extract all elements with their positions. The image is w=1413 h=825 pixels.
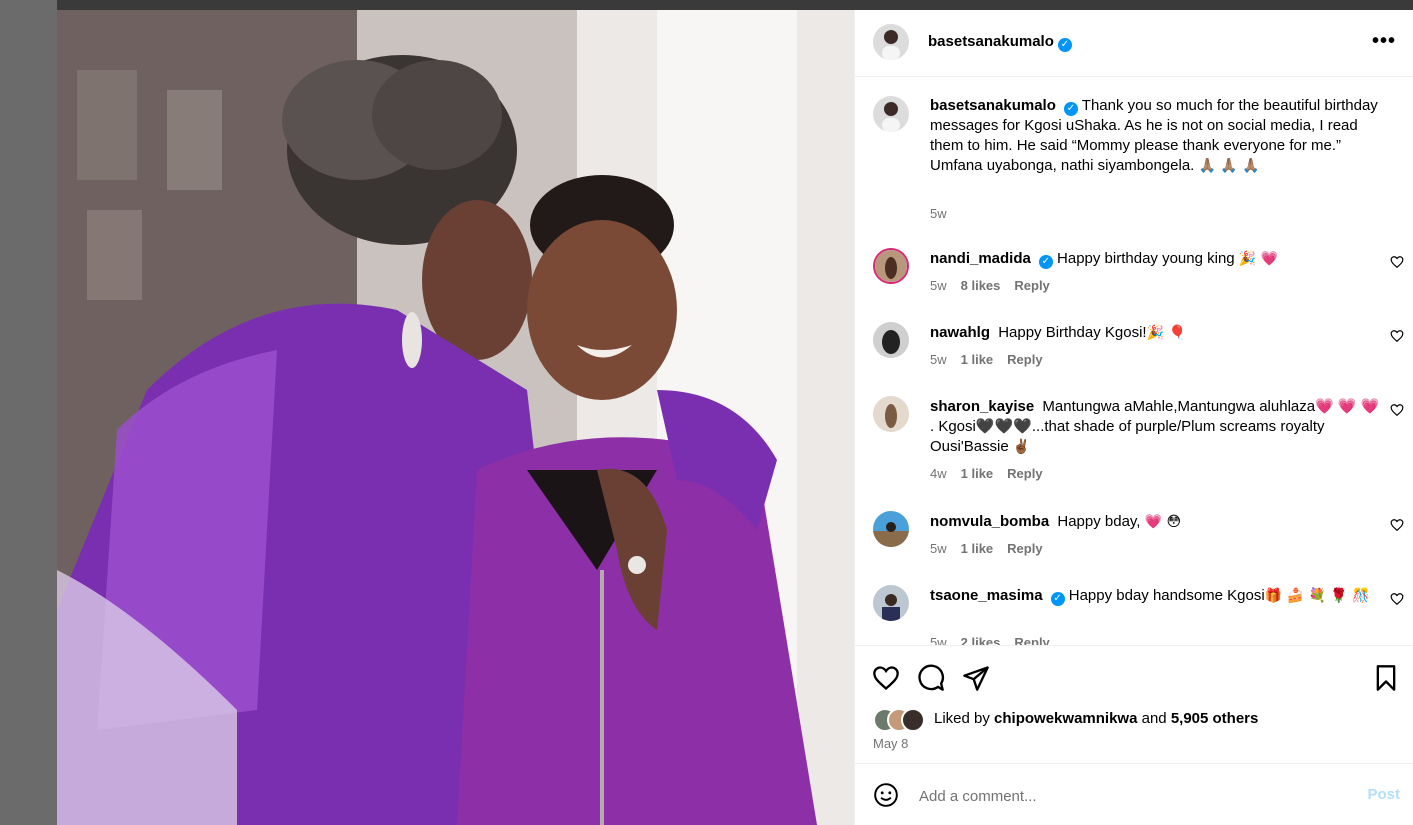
caption-avatar[interactable] bbox=[873, 96, 909, 132]
comment-body: Happy birthday young king bbox=[1057, 250, 1235, 267]
comment-username[interactable]: nandi_madida bbox=[930, 250, 1031, 267]
likes-count[interactable]: 5,905 others bbox=[1171, 710, 1259, 727]
comment-emoji: 💗 😳 bbox=[1144, 514, 1182, 530]
comment-meta: 4w 1 like Reply bbox=[930, 466, 1043, 481]
reply-button[interactable]: Reply bbox=[1007, 541, 1042, 556]
comment-emoji: 🎉 🎈 bbox=[1146, 325, 1186, 341]
verified-icon: ✓ bbox=[1050, 592, 1065, 606]
likes-prefix: Liked by bbox=[934, 710, 990, 727]
caption-age: 5w bbox=[930, 206, 947, 221]
comment-body: Happy Birthday Kgosi! bbox=[998, 324, 1147, 341]
comment-likes[interactable]: 2 likes bbox=[961, 635, 1001, 645]
comment-text: sharon_kayise Mantungwa aMahle,Mantungwa… bbox=[930, 397, 1380, 457]
post-button[interactable]: Post bbox=[1367, 786, 1400, 803]
comment-emoji: 🎁 🍰 💐 🌹 🎊 bbox=[1264, 588, 1370, 604]
comment-body: Happy bday handsome Kgosi bbox=[1068, 587, 1265, 604]
reply-button[interactable]: Reply bbox=[1007, 352, 1042, 367]
likes-summary[interactable]: Liked by chipowekwamnikwa and 5,905 othe… bbox=[934, 710, 1258, 727]
comment-username[interactable]: nawahlg bbox=[930, 324, 990, 341]
comment-username[interactable]: nomvula_bomba bbox=[930, 513, 1049, 530]
comment-username[interactable]: tsaone_masima bbox=[930, 587, 1043, 604]
more-icon[interactable]: ••• bbox=[1372, 31, 1396, 51]
comment-text: nomvula_bomba Happy bday, 💗 😳 bbox=[930, 512, 1380, 532]
comment-age: 5w bbox=[930, 352, 947, 367]
comment-text: nandi_madida ✓ Happy birthday young king … bbox=[930, 249, 1380, 269]
likers-avatars[interactable] bbox=[873, 708, 931, 732]
comment-age: 5w bbox=[930, 541, 947, 556]
reply-button[interactable]: Reply bbox=[1014, 278, 1049, 293]
comment-age: 5w bbox=[930, 278, 947, 293]
commenter-avatar[interactable] bbox=[873, 248, 909, 284]
post-date: May 8 bbox=[873, 736, 909, 751]
left-gutter bbox=[0, 0, 57, 825]
heart-icon[interactable] bbox=[1390, 329, 1404, 343]
photo-illustration bbox=[57, 10, 854, 825]
caption-emoji: 🙏🏽 🙏🏽 🙏🏽 bbox=[1198, 158, 1260, 174]
share-icon[interactable] bbox=[962, 664, 990, 692]
commenter-avatar[interactable] bbox=[873, 511, 909, 547]
post-header: basetsanakumalo ✓ ••• bbox=[855, 10, 1413, 77]
comment-likes[interactable]: 8 likes bbox=[961, 278, 1001, 293]
commenter-avatar[interactable] bbox=[873, 585, 909, 621]
heart-icon[interactable] bbox=[1390, 518, 1404, 532]
heart-icon[interactable] bbox=[1390, 592, 1404, 606]
commenter-avatar[interactable] bbox=[873, 322, 909, 358]
comment-meta: 5w 2 likes Reply bbox=[930, 635, 1050, 645]
heart-icon[interactable] bbox=[872, 664, 900, 692]
reply-button[interactable]: Reply bbox=[1007, 466, 1042, 481]
comment-likes[interactable]: 1 like bbox=[961, 352, 994, 367]
backdrop-strip bbox=[0, 0, 1413, 10]
commenter-avatar[interactable] bbox=[873, 396, 909, 432]
verified-icon: ✓ bbox=[1038, 255, 1053, 269]
comment-body: Happy bday, bbox=[1057, 513, 1141, 530]
comment-text: nawahlg Happy Birthday Kgosi!🎉 🎈 bbox=[930, 323, 1380, 343]
caption-text: basetsanakumalo ✓ Thank you so much for t… bbox=[930, 96, 1380, 176]
verified-icon: ✓ bbox=[1057, 38, 1072, 52]
author-name[interactable]: basetsanakumalo ✓ bbox=[928, 33, 1072, 52]
post-side-panel: basetsanakumalo ✓ ••• basetsanakumalo ✓ Th… bbox=[854, 10, 1413, 825]
emoji-icon[interactable] bbox=[873, 782, 899, 808]
caption-username[interactable]: basetsanakumalo bbox=[930, 97, 1056, 114]
action-bar: Liked by chipowekwamnikwa and 5,905 othe… bbox=[855, 645, 1413, 763]
comment-username[interactable]: sharon_kayise bbox=[930, 398, 1034, 415]
comment-meta: 5w 1 like Reply bbox=[930, 352, 1043, 367]
reply-button[interactable]: Reply bbox=[1014, 635, 1049, 645]
bookmark-icon[interactable] bbox=[1372, 664, 1400, 692]
author-avatar[interactable] bbox=[873, 24, 909, 60]
author-username[interactable]: basetsanakumalo bbox=[928, 33, 1054, 50]
comment-meta: 5w 8 likes Reply bbox=[930, 278, 1050, 293]
comments-list[interactable]: basetsanakumalo ✓ Thank you so much for t… bbox=[855, 77, 1413, 645]
add-comment-bar: Post bbox=[855, 763, 1413, 825]
heart-icon[interactable] bbox=[1390, 403, 1404, 417]
comment-emoji: ✌🏾 bbox=[1012, 439, 1031, 455]
likes-user[interactable]: chipowekwamnikwa bbox=[994, 710, 1137, 727]
post-photo bbox=[57, 10, 854, 825]
comment-likes[interactable]: 1 like bbox=[961, 466, 994, 481]
comment-age: 5w bbox=[930, 635, 947, 645]
comment-emoji: 🎉 💗 bbox=[1238, 251, 1279, 267]
verified-icon: ✓ bbox=[1063, 102, 1078, 116]
comment-likes[interactable]: 1 like bbox=[961, 541, 994, 556]
comment-input[interactable] bbox=[917, 782, 1341, 810]
comment-meta: 5w 1 like Reply bbox=[930, 541, 1043, 556]
comment-age: 4w bbox=[930, 466, 947, 481]
comment-text: tsaone_masima ✓ Happy bday handsome Kgosi… bbox=[930, 586, 1380, 606]
likes-and: and bbox=[1141, 710, 1167, 727]
heart-icon[interactable] bbox=[1390, 255, 1404, 269]
comment-icon[interactable] bbox=[917, 664, 945, 692]
